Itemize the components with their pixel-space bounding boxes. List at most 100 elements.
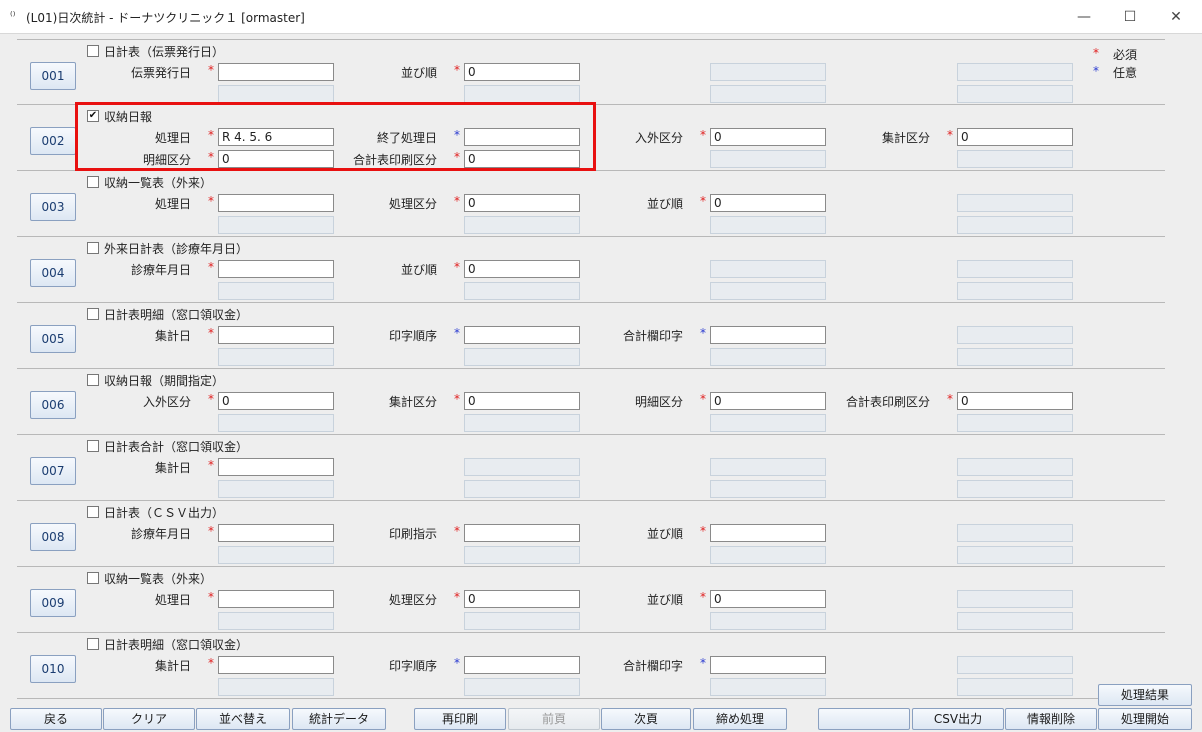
minimize-button[interactable]: — [1064,4,1104,30]
field-input[interactable] [218,260,334,278]
section-checkbox[interactable] [87,506,99,518]
field-input[interactable] [464,656,580,674]
disabled-field [957,612,1073,630]
function-key-bar: 戻る クリア 並べ替え 統計データ 再印刷 前頁 次頁 締め処理 CSV出力 情報削除 処理開始 [0,706,1202,732]
section-title: 収納日報 [104,110,153,124]
field-input[interactable]: 0 [957,392,1073,410]
required-mark: * [208,392,214,406]
section-checkbox[interactable] [87,308,99,320]
field-input[interactable]: 0 [464,63,580,81]
section-checkbox[interactable] [87,45,99,57]
field-label: 並び順 [400,66,437,80]
function-button-3[interactable]: 並べ替え [196,708,290,730]
field-input[interactable]: 0 [710,392,826,410]
disabled-field [957,150,1073,168]
required-mark: * [208,150,214,164]
result-button[interactable]: 処理結果 [1098,684,1192,706]
field-input[interactable] [464,128,580,146]
disabled-field [464,282,580,300]
function-button-9[interactable] [818,708,910,730]
field-input[interactable] [710,524,826,542]
field-input[interactable] [218,458,334,476]
field-label: 入外区分 [142,395,191,409]
section-number-button[interactable]: 007 [30,457,76,485]
function-button-8[interactable]: 締め処理 [693,708,787,730]
field-label: 合計表印刷区分 [845,395,930,409]
function-button-2[interactable]: クリア [103,708,195,730]
field-input[interactable] [218,590,334,608]
field-label: 処理区分 [388,197,437,211]
field-input[interactable] [218,524,334,542]
required-mark: * [208,524,214,538]
field-label: 印字順序 [388,329,437,343]
section-checkbox[interactable]: ✔ [87,110,99,122]
field-input[interactable]: 0 [710,194,826,212]
section-number-button[interactable]: 001 [30,62,76,90]
disabled-field [710,282,826,300]
field-input[interactable] [218,656,334,674]
field-input[interactable]: 0 [218,150,334,168]
disabled-field [957,546,1073,564]
field-input[interactable]: 0 [957,128,1073,146]
field-input[interactable]: 0 [464,150,580,168]
field-label: 合計欄印字 [622,659,683,673]
section-checkbox[interactable] [87,374,99,386]
function-button-12[interactable]: 処理開始 [1098,708,1192,730]
section-number-button[interactable]: 006 [30,391,76,419]
function-button-4[interactable]: 統計データ [292,708,386,730]
section-007: 007 日計表合計（窓口領収金） 集計日 * [17,435,1165,501]
disabled-field [218,678,334,696]
maximize-button[interactable]: ☐ [1110,4,1150,30]
disabled-field [218,85,334,103]
disabled-field [957,458,1073,476]
section-checkbox[interactable] [87,572,99,584]
disabled-field [957,678,1073,696]
field-label: 明細区分 [634,395,683,409]
title-bar: ⁽⁾ (L01)日次統計 - ドーナツクリニック１ [ormaster] — ☐… [0,0,1202,34]
field-input[interactable]: 0 [464,392,580,410]
disabled-field [464,85,580,103]
field-input[interactable]: 0 [710,590,826,608]
disabled-field [218,348,334,366]
section-number-button[interactable]: 010 [30,655,76,683]
section-number-button[interactable]: 002 [30,127,76,155]
field-input[interactable]: R 4. 5. 6 [218,128,334,146]
section-number-button[interactable]: 004 [30,259,76,287]
field-input[interactable]: 0 [464,260,580,278]
field-input[interactable] [218,194,334,212]
field-input[interactable]: 0 [464,194,580,212]
function-button-5[interactable]: 再印刷 [414,708,506,730]
field-input[interactable] [710,656,826,674]
section-number-button[interactable]: 008 [30,523,76,551]
close-button[interactable]: ✕ [1156,4,1196,30]
section-number-button[interactable]: 005 [30,325,76,353]
section-title: 日計表合計（窓口領収金） [104,440,249,454]
section-title: 収納一覧表（外来） [104,176,213,190]
function-button-1[interactable]: 戻る [10,708,102,730]
field-input[interactable] [218,63,334,81]
field-input[interactable] [710,326,826,344]
function-button-11[interactable]: 情報削除 [1005,708,1097,730]
section-number-button[interactable]: 009 [30,589,76,617]
function-button-10[interactable]: CSV出力 [912,708,1004,730]
section-checkbox[interactable] [87,440,99,452]
function-button-7[interactable]: 次頁 [601,708,691,730]
required-mark: * [700,128,706,142]
section-number-button[interactable]: 003 [30,193,76,221]
disabled-field [710,678,826,696]
section-009: 009 収納一覧表（外来） 処理日 * 処理区分 * 0 並び順 * 0 [17,567,1165,633]
section-checkbox[interactable] [87,242,99,254]
field-input[interactable]: 0 [464,590,580,608]
section-title: 日計表（ＣＳＶ出力） [104,506,225,520]
function-button-6[interactable]: 前頁 [508,708,600,730]
field-input[interactable]: 0 [218,392,334,410]
disabled-field [957,524,1073,542]
field-input[interactable] [218,326,334,344]
field-label: 集計日 [154,329,191,343]
section-checkbox[interactable] [87,638,99,650]
field-input[interactable] [464,524,580,542]
field-label: 終了処理日 [376,131,437,145]
field-input[interactable] [464,326,580,344]
field-input[interactable]: 0 [710,128,826,146]
section-checkbox[interactable] [87,176,99,188]
